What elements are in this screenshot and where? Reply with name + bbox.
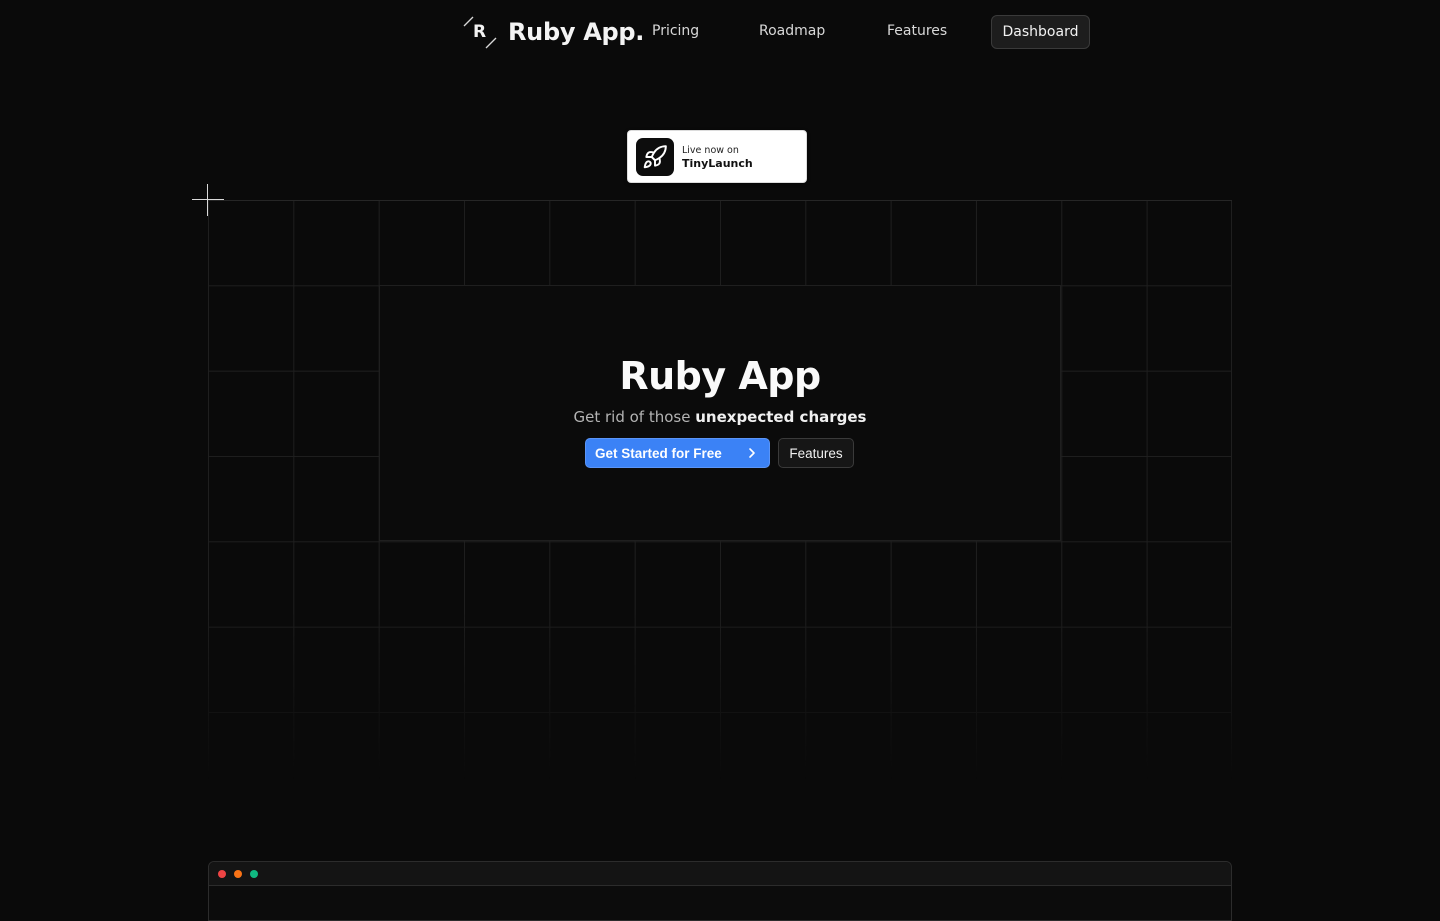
nav-features[interactable]: Features <box>887 23 947 39</box>
nav-pricing[interactable]: Pricing <box>652 23 699 39</box>
app-preview-window <box>208 861 1232 921</box>
logo-mark-icon: R <box>462 15 498 49</box>
hero-subtitle: Get rid of those unexpected charges <box>0 408 1440 426</box>
maximize-dot-icon <box>250 869 258 878</box>
hero-subtitle-plain: Get rid of those <box>573 408 696 426</box>
rocket-icon <box>636 137 674 176</box>
logo-letter: R <box>473 22 487 42</box>
get-started-label: Get Started for Free <box>595 445 722 461</box>
crosshair-icon <box>192 184 225 217</box>
badge-line1: Live now on <box>682 144 739 156</box>
tinylaunch-badge[interactable]: Live now on TinyLaunch <box>627 130 807 183</box>
hero-subtitle-strong: unexpected charges <box>695 408 867 426</box>
chevron-right-icon <box>745 445 759 464</box>
grid-top-border <box>208 200 1232 201</box>
hero-title: Ruby App <box>619 354 821 398</box>
features-button[interactable]: Features <box>778 438 854 468</box>
dashboard-button[interactable]: Dashboard <box>991 15 1090 49</box>
top-nav: R Ruby App. Pricing Roadmap Features Das… <box>462 15 1090 49</box>
close-dot-icon <box>218 869 226 878</box>
badge-text: Live now on TinyLaunch <box>682 144 753 170</box>
minimize-dot-icon <box>234 869 242 878</box>
window-titlebar <box>209 862 1231 886</box>
logo[interactable]: R Ruby App. <box>462 15 644 49</box>
brand-name: Ruby App. <box>508 18 645 46</box>
get-started-button[interactable]: Get Started for Free <box>585 438 770 468</box>
badge-line2: TinyLaunch <box>682 156 753 170</box>
nav-roadmap[interactable]: Roadmap <box>759 23 825 39</box>
